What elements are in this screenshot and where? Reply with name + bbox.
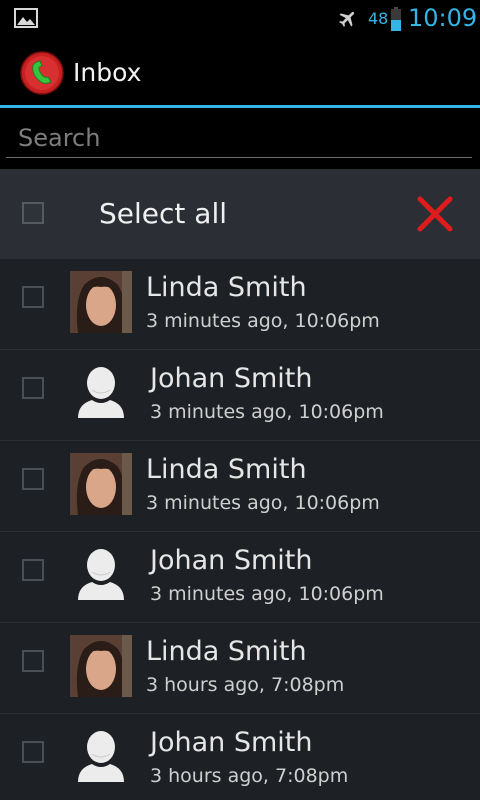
- call-list-item[interactable]: Linda Smith 3 minutes ago, 10:06pm: [0, 259, 480, 350]
- call-list-item[interactable]: Johan Smith 3 hours ago, 7:08pm: [0, 714, 480, 800]
- item-checkbox[interactable]: [22, 468, 44, 490]
- battery-percent: 48: [368, 9, 389, 28]
- call-list-item[interactable]: Linda Smith 3 hours ago, 7:08pm: [0, 623, 480, 714]
- contact-photo: [70, 271, 132, 333]
- default-avatar-icon: [78, 367, 124, 418]
- call-time: 3 hours ago, 7:08pm: [146, 674, 345, 696]
- default-avatar-icon: [78, 731, 124, 782]
- select-all-label: Select all: [99, 197, 227, 230]
- airplane-icon: [339, 11, 355, 27]
- contact-name: Johan Smith: [150, 363, 313, 394]
- call-recorder-icon[interactable]: [20, 51, 64, 95]
- select-all-checkbox[interactable]: [22, 202, 44, 224]
- contact-name: Johan Smith: [150, 727, 313, 758]
- contact-name: Johan Smith: [150, 545, 313, 576]
- close-icon[interactable]: [414, 194, 456, 234]
- call-list-item[interactable]: Johan Smith 3 minutes ago, 10:06pm: [0, 350, 480, 441]
- contact-photo: [70, 453, 132, 515]
- call-list-item[interactable]: Linda Smith 3 minutes ago, 10:06pm: [0, 441, 480, 532]
- item-checkbox[interactable]: [22, 377, 44, 399]
- call-time: 3 minutes ago, 10:06pm: [150, 401, 384, 423]
- picture-icon: [14, 8, 38, 28]
- contact-name: Linda Smith: [146, 454, 307, 485]
- contact-name: Linda Smith: [146, 636, 307, 667]
- battery-icon: [391, 7, 401, 31]
- clock: 10:09: [408, 4, 478, 32]
- search-bar: [0, 108, 480, 169]
- call-list-item[interactable]: Johan Smith 3 minutes ago, 10:06pm: [0, 532, 480, 623]
- contact-photo: [70, 635, 132, 697]
- call-list: Linda Smith 3 minutes ago, 10:06pm Johan …: [0, 259, 480, 800]
- action-bar: Inbox: [0, 38, 480, 106]
- status-bar: 48 10:09: [0, 0, 480, 38]
- call-time: 3 minutes ago, 10:06pm: [150, 583, 384, 605]
- screen: 48 10:09 Inbox Select all: [0, 0, 480, 800]
- search-input[interactable]: [6, 118, 472, 158]
- contact-name: Linda Smith: [146, 272, 307, 303]
- item-checkbox[interactable]: [22, 286, 44, 308]
- item-checkbox[interactable]: [22, 650, 44, 672]
- item-checkbox[interactable]: [22, 741, 44, 763]
- page-title: Inbox: [73, 58, 142, 87]
- select-all-row[interactable]: Select all: [0, 169, 480, 259]
- call-time: 3 hours ago, 7:08pm: [150, 765, 349, 787]
- call-time: 3 minutes ago, 10:06pm: [146, 492, 380, 514]
- call-time: 3 minutes ago, 10:06pm: [146, 310, 380, 332]
- default-avatar-icon: [78, 549, 124, 600]
- item-checkbox[interactable]: [22, 559, 44, 581]
